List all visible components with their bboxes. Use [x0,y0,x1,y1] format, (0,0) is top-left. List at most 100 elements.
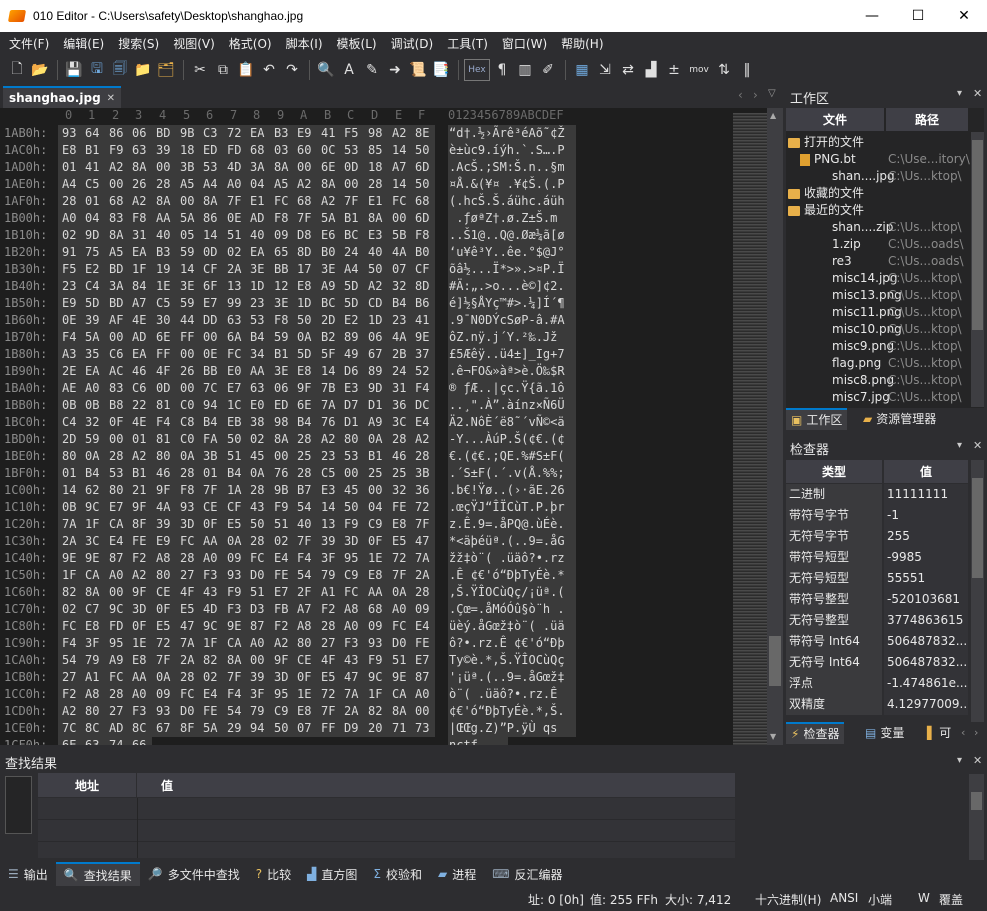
hex-byte[interactable]: 68 [411,193,435,210]
redo-icon[interactable]: ↷ [281,59,303,81]
hex-byte[interactable]: 63 [246,380,270,397]
hex-byte[interactable]: 40 [152,227,176,244]
hex-byte[interactable]: CA [223,635,246,652]
hex-byte[interactable]: 14 [388,176,411,193]
hex-byte[interactable]: C9 [364,516,388,533]
ascii-text[interactable]: ¤Å.&(¥¤ .¥¢Š.(.P [448,176,576,193]
hex-byte[interactable]: DD [199,312,223,329]
hex-byte[interactable]: E8 [364,567,388,584]
paragraph-icon[interactable]: ¶ [491,59,513,81]
hex-byte[interactable]: AD [105,720,128,737]
hex-byte[interactable]: 8A [81,584,105,601]
hex-byte[interactable]: 9B [270,482,293,499]
hex-byte[interactable]: FF [317,720,340,737]
hex-row[interactable]: 1C60h: 82 8A 00 9F CE 4F 43 F9 51 E7 2F A1 FC AA 0A 28 ,Š… [0,584,733,601]
hex-byte[interactable]: 40 [246,227,270,244]
close-panel-icon[interactable]: ✕ [973,87,982,100]
hex-byte[interactable]: E8 [293,363,317,380]
ascii-text[interactable]: .´S±F(.´.v(Å.%%; [448,465,576,482]
hex-byte[interactable]: E0 [246,397,270,414]
hex-row[interactable]: 1CF0h: 6E 63 74 66 nctf [0,737,733,745]
hex-byte[interactable]: 39 [246,669,270,686]
hex-byte[interactable]: 95 [270,686,293,703]
hex-byte[interactable]: A9 [317,278,340,295]
maximize-button[interactable]: ☐ [895,0,941,32]
hex-byte[interactable]: 50 [246,516,270,533]
hex-byte[interactable]: F9 [270,499,293,516]
status-charset[interactable]: ANSI [830,891,858,905]
hex-byte[interactable]: 0F [293,669,317,686]
menu-item-5[interactable]: 脚本(I) [279,35,330,52]
menu-item-1[interactable]: 编辑(E) [56,35,111,52]
hex-byte[interactable]: A2 [270,635,293,652]
hex-byte[interactable]: 53 [340,142,364,159]
hex-byte[interactable]: D0 [246,567,270,584]
hex-byte[interactable]: 7F [340,193,364,210]
ascii-text[interactable]: üèý.åGœž‡ò¨( .üä [448,618,576,635]
hex-byte[interactable]: F3 [340,635,364,652]
hex-row[interactable]: 1C90h: F4 3F 95 1E 72 7A 1F CA A0 A2 80 27 F3 93 D0 FE ô?… [0,635,733,652]
hex-byte[interactable]: A0 [58,210,81,227]
hex-byte[interactable]: F3 [199,567,223,584]
hex-byte[interactable]: 27 [105,703,128,720]
hex-byte[interactable]: E4 [411,618,435,635]
hex-byte[interactable]: 7A [317,397,340,414]
hex-byte[interactable]: 02 [199,669,223,686]
hex-byte[interactable]: 9F [152,482,176,499]
hex-byte[interactable]: 3D [270,669,293,686]
hex-byte[interactable]: 1C [223,397,246,414]
hex-byte[interactable]: E2 [81,261,105,278]
inspector-row[interactable]: 带符号 Int64 506487832... [786,631,968,652]
hex-byte[interactable]: EA [81,363,105,380]
hex-byte[interactable]: 00 [105,431,128,448]
hex-byte[interactable]: FC [388,618,411,635]
hex-byte[interactable]: E8 [58,142,81,159]
hex-byte[interactable]: 07 [293,720,317,737]
hex-byte[interactable]: 46 [388,448,411,465]
hex-byte[interactable]: 1E [152,278,176,295]
menu-item-4[interactable]: 格式(O) [222,35,279,52]
hex-byte[interactable]: 71 [388,720,411,737]
hex-byte[interactable]: BD [152,125,176,142]
hex-byte[interactable]: 5B [388,227,411,244]
hex-byte[interactable]: B8 [105,397,128,414]
hex-byte[interactable]: 02 [58,601,81,618]
hex-byte[interactable]: 9E [223,618,246,635]
hex-byte[interactable]: 8A [388,703,411,720]
hex-row[interactable]: 1AD0h: 01 41 A2 8A 00 3B 53 4D 3A 8A 00 6E 0D 18 A7 6D .A… [0,159,733,176]
inspector-value[interactable]: 55551 [884,568,968,589]
hex-byte[interactable]: 03 [270,142,293,159]
hex-byte[interactable]: 50 [411,176,435,193]
hex-byte[interactable]: 80 [58,448,81,465]
hex-byte[interactable]: 8A [270,431,293,448]
hex-byte[interactable]: 8A [105,227,128,244]
hex-byte[interactable]: 00 [364,482,388,499]
pin-icon[interactable]: ▾ [957,88,962,99]
hex-byte[interactable]: B6 [411,295,435,312]
hex-byte[interactable]: E6 [317,227,340,244]
hex-byte[interactable]: 4A [388,329,411,346]
hex-byte[interactable]: FE [270,567,293,584]
hex-byte[interactable]: E8 [388,516,411,533]
hex-byte[interactable]: 1A [223,482,246,499]
menu-item-6[interactable]: 模板(L) [330,35,384,52]
inspector-row[interactable]: 双精度 4.12977009... [786,694,968,715]
ascii-text[interactable]: ¢€'ó“ÐþTyÉè.*‚Š. [448,703,576,720]
highlight-icon[interactable]: ✐ [537,59,559,81]
hex-byte[interactable]: 0F [199,516,223,533]
hex-byte[interactable]: F9 [223,584,246,601]
hex-byte[interactable]: 1F [199,635,223,652]
hex-byte[interactable]: 41 [411,312,435,329]
hex-byte[interactable]: A0 [246,635,270,652]
hex-byte[interactable]: FC [58,618,81,635]
hex-byte[interactable]: FD [105,618,128,635]
bottom-tab-output[interactable]: ☰ 输出 [0,862,56,886]
hex-byte[interactable]: FC [176,686,199,703]
hex-byte[interactable]: 4A [388,244,411,261]
hex-row[interactable]: 1C50h: 1F CA A0 A2 80 27 F3 93 D0 FE 54 79 C9 E8 7F 2A .Ê… [0,567,733,584]
hex-byte[interactable]: BB [199,363,223,380]
hex-byte[interactable]: 6E [152,329,176,346]
hex-byte[interactable]: 37 [411,346,435,363]
hex-byte[interactable]: E5 [388,533,411,550]
hex-byte[interactable]: CF [411,261,435,278]
